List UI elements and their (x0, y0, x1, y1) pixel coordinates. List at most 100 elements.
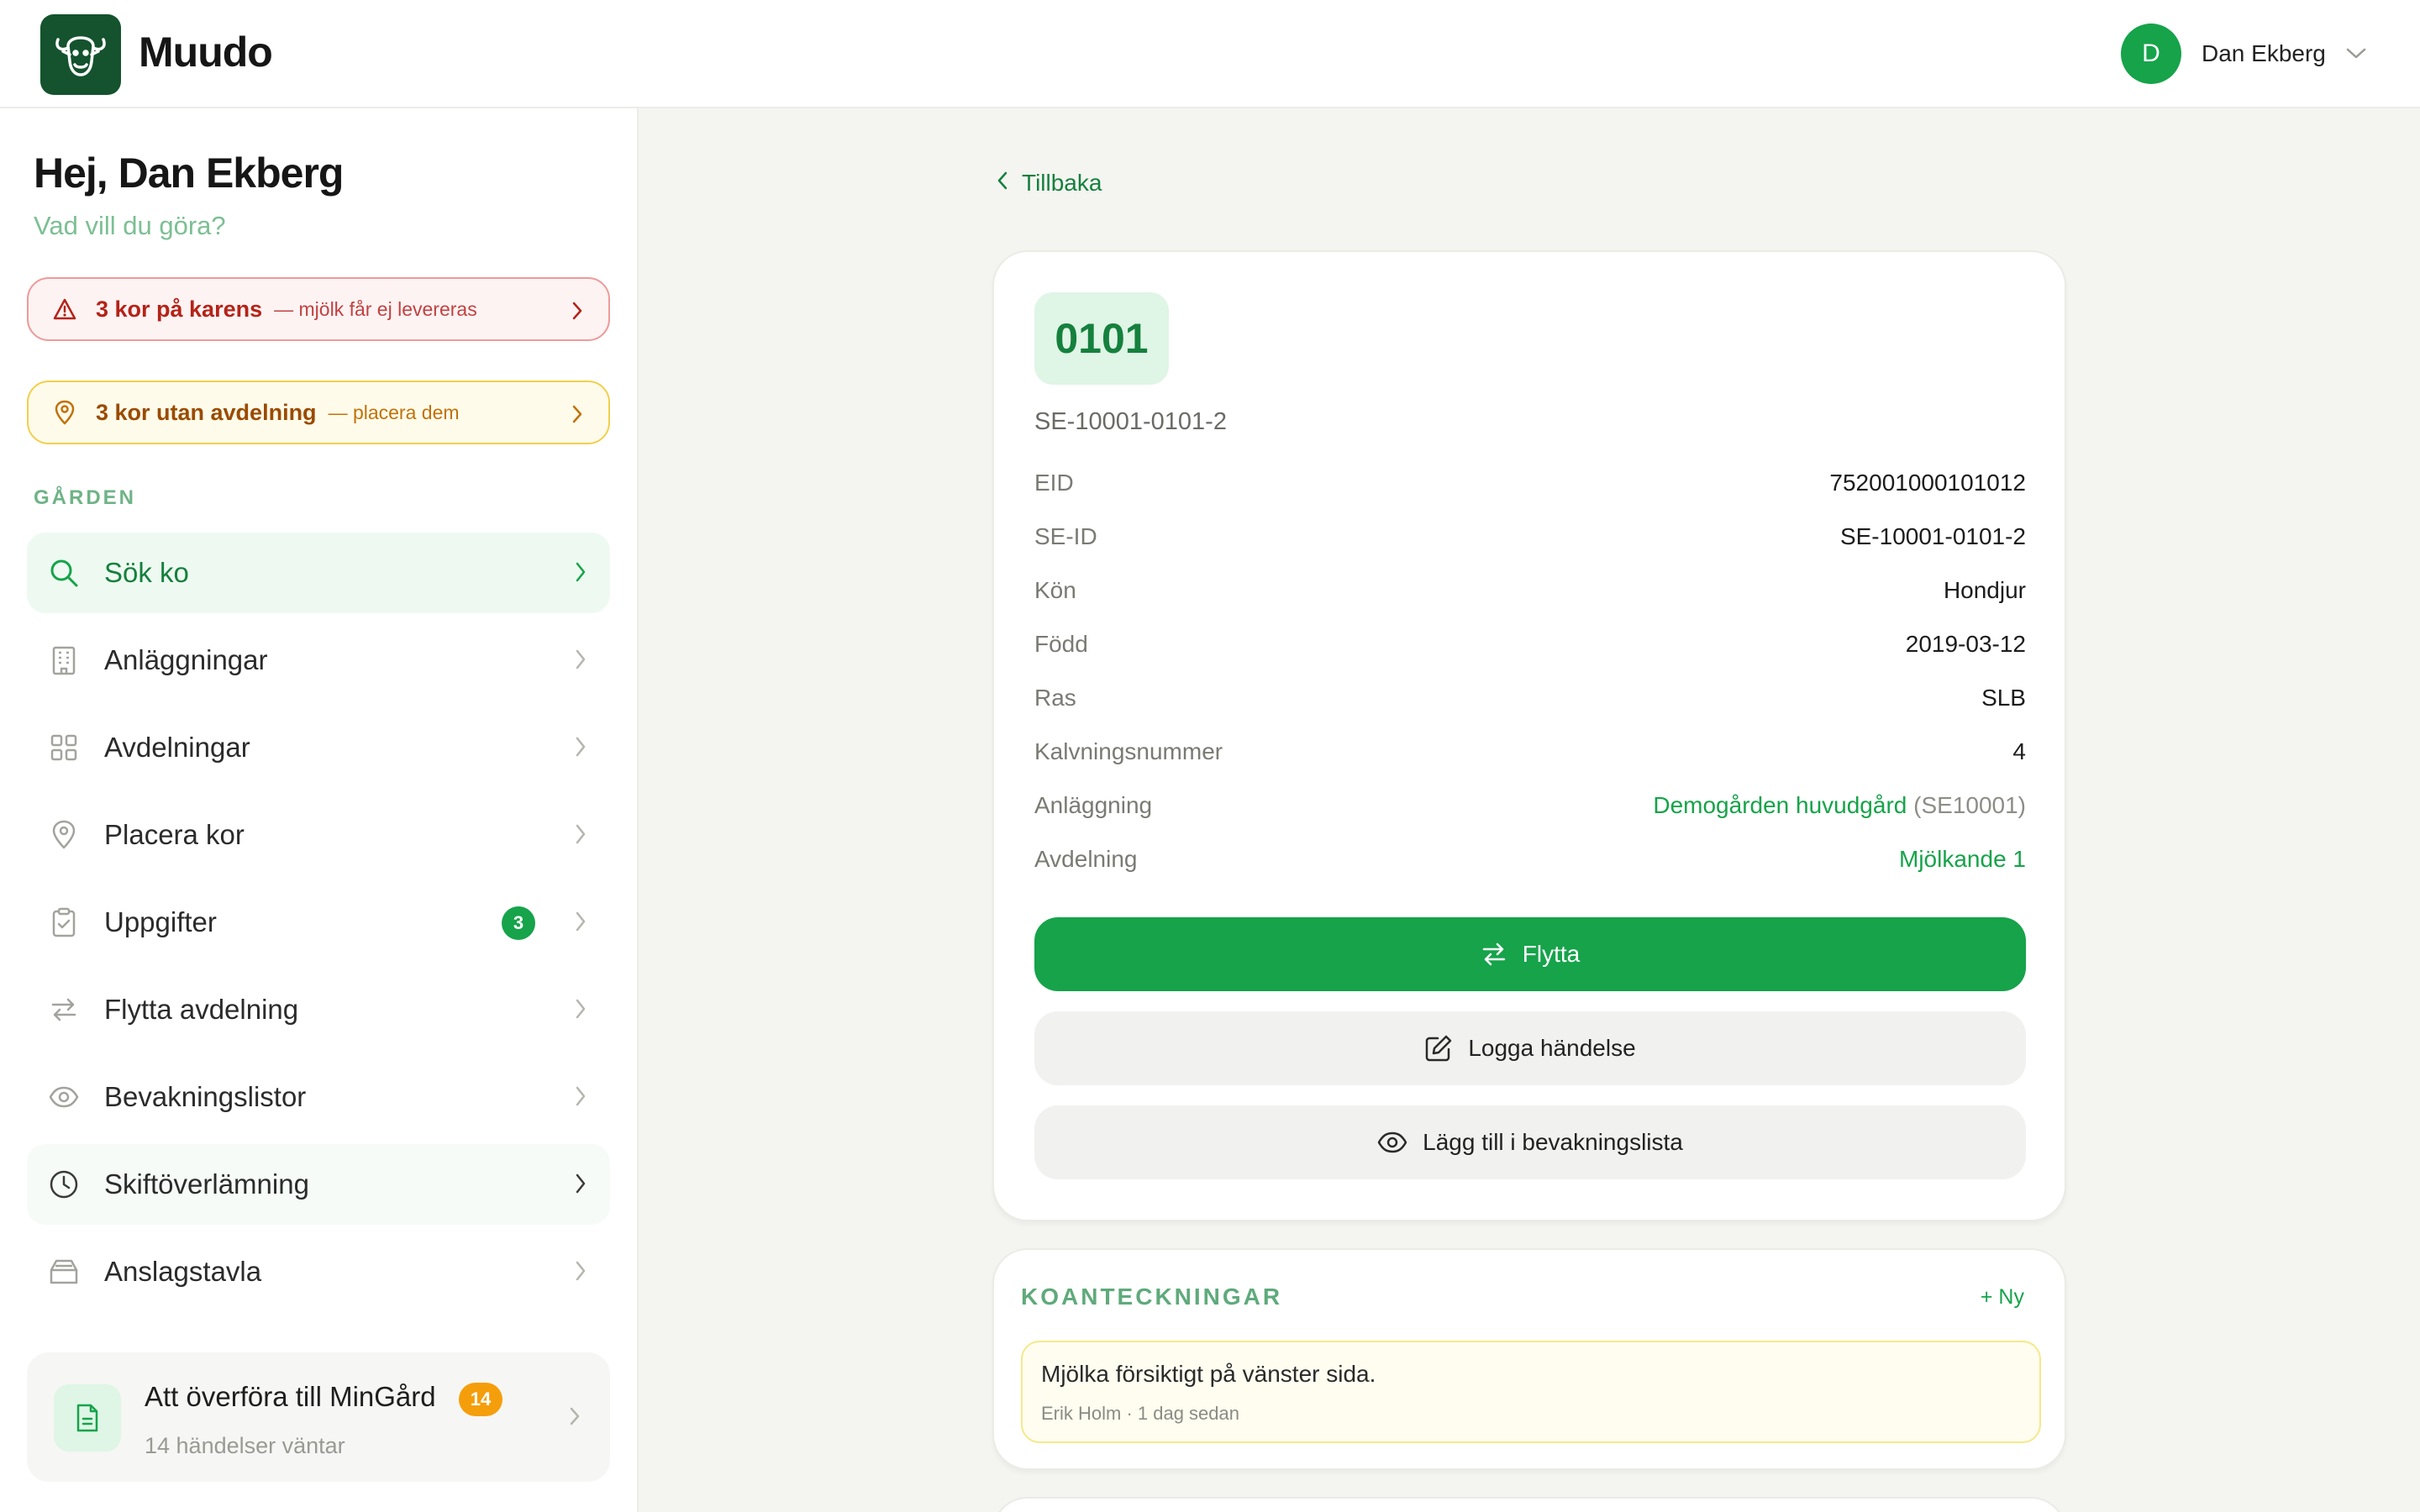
sidebar-item-notice-board[interactable]: Anslagstavla (27, 1231, 610, 1312)
swap-arrows-icon (1481, 942, 1507, 967)
detail-key: Född (1034, 631, 1088, 657)
sidebar-item-label: Skiftöverlämning (104, 1168, 309, 1200)
back-label: Tillbaka (1022, 170, 1102, 196)
user-menu[interactable]: D Dan Ekberg (2121, 22, 2366, 86)
section-label: GÅRDEN (34, 486, 137, 509)
sidebar-item-departments[interactable]: Avdelningar (27, 707, 610, 788)
log-event-button[interactable]: Logga händelse (1034, 1011, 2026, 1085)
facility-code: (SE10001) (1913, 792, 2026, 818)
map-pin-icon (47, 818, 81, 852)
chevron-right-icon (575, 648, 587, 675)
transfer-title: Att överföra till MinGård (145, 1381, 436, 1412)
next-card (992, 1497, 2066, 1512)
chevron-right-icon (571, 404, 583, 430)
chevron-right-icon (575, 823, 587, 849)
brand-name: Muudo (139, 29, 273, 76)
detail-value: Hondjur (1943, 577, 2026, 603)
cow-detail-card: 0101 SE-10001-0101-2 EID 752001000101012… (992, 250, 2066, 1221)
notes-title: KOANTECKNINGAR (1021, 1284, 1283, 1310)
back-link[interactable]: Tillbaka (997, 170, 1102, 197)
chevron-down-icon (2346, 48, 2366, 60)
detail-row-eid: EID 752001000101012 (1034, 470, 2026, 503)
add-to-watchlist-button[interactable]: Lägg till i bevakningslista (1034, 1105, 2026, 1179)
detail-key: Kön (1034, 577, 1076, 603)
cow-head-icon (55, 36, 106, 76)
inbox-tray-icon (47, 1255, 81, 1289)
detail-value: SE-10001-0101-2 (1839, 523, 2026, 549)
eye-icon (1377, 1131, 1407, 1153)
alert-title: 3 kor på karens (96, 296, 263, 322)
sidebar-item-watchlists[interactable]: Bevakningslistor (27, 1057, 610, 1137)
alert-detail: — mjölk får ej levereras (274, 297, 477, 320)
quarantine-alert[interactable]: 3 kor på karens — mjölk får ej levereras (27, 277, 610, 341)
transfer-count-badge: 14 (459, 1383, 502, 1416)
sidebar-item-place-cows[interactable]: Placera kor (27, 795, 610, 875)
sidebar-item-label: Anslagstavla (104, 1256, 262, 1287)
detail-row-breed: Ras SLB (1034, 685, 2026, 718)
sidebar-item-label: Uppgifter (104, 906, 217, 937)
new-note-button[interactable]: + Ny (1981, 1285, 2024, 1310)
sidebar: Hej, Dan Ekberg Vad vill du göra? 3 kor … (0, 108, 639, 1512)
detail-value: 752001000101012 (1829, 470, 2026, 496)
sidebar-item-search-cow[interactable]: Sök ko (27, 533, 610, 613)
warning-triangle-icon (52, 297, 77, 322)
unassigned-cows-alert[interactable]: 3 kor utan avdelning — placera dem (27, 381, 610, 444)
detail-value: 2019-03-12 (1905, 631, 2026, 657)
chevron-right-icon (575, 1260, 587, 1286)
brand-logo[interactable] (40, 14, 121, 95)
chevron-right-icon (575, 561, 587, 587)
grid-icon (47, 731, 81, 764)
sidebar-item-label: Anläggningar (104, 644, 268, 675)
alert-detail: — placera dem (328, 401, 460, 423)
add-to-watchlist-label: Lägg till i bevakningslista (1423, 1129, 1683, 1155)
detail-key: SE-ID (1034, 523, 1097, 549)
mingard-transfer-card[interactable]: Att överföra till MinGård 14 14 händelse… (27, 1352, 610, 1482)
detail-key: Kalvningsnummer (1034, 738, 1223, 764)
detail-row-department: Avdelning Mjölkande 1 (1034, 846, 2026, 879)
detail-value: 4 (2012, 738, 2026, 764)
chevron-right-icon (575, 1085, 587, 1111)
document-icon (54, 1384, 121, 1452)
detail-value: SLB (1981, 685, 2026, 711)
chevron-right-icon (570, 1406, 580, 1431)
top-bar: Muudo D Dan Ekberg (0, 0, 2420, 108)
log-event-label: Logga händelse (1468, 1035, 1636, 1061)
user-name: Dan Ekberg (2202, 40, 2326, 66)
sidebar-item-label: Flytta avdelning (104, 994, 299, 1025)
detail-key: Anläggning (1034, 792, 1153, 818)
detail-row-calving-number: Kalvningsnummer 4 (1034, 738, 2026, 772)
map-pin-icon (52, 400, 77, 425)
sidebar-item-label: Placera kor (104, 819, 245, 850)
chevron-right-icon (575, 736, 587, 762)
chevron-right-icon (575, 998, 587, 1024)
cow-full-id: SE-10001-0101-2 (1034, 408, 1227, 435)
eye-icon (47, 1080, 81, 1114)
sidebar-item-move-department[interactable]: Flytta avdelning (27, 969, 610, 1050)
note-item: Mjölka försiktigt på vänster sida. Erik … (1021, 1341, 2041, 1443)
clock-icon (47, 1168, 81, 1201)
detail-row-se-id: SE-ID SE-10001-0101-2 (1034, 523, 2026, 557)
sidebar-item-label: Sök ko (104, 557, 189, 588)
department-link[interactable]: Mjölkande 1 (1899, 846, 2026, 873)
detail-row-facility: Anläggning Demogården huvudgård (SE10001… (1034, 792, 2026, 826)
search-icon (47, 556, 81, 590)
facility-link[interactable]: Demogården huvudgård (1653, 792, 1907, 818)
chevron-right-icon (571, 301, 583, 327)
avatar: D (2121, 24, 2181, 84)
transfer-subtitle: 14 händelser väntar (145, 1433, 345, 1458)
tasks-count-badge: 3 (502, 906, 535, 940)
chevron-right-icon (575, 911, 587, 937)
cow-notes-card: KOANTECKNINGAR + Ny Mjölka försiktigt på… (992, 1248, 2066, 1470)
detail-row-sex: Kön Hondjur (1034, 577, 2026, 611)
sidebar-item-label: Bevakningslistor (104, 1081, 307, 1112)
building-icon (47, 643, 81, 677)
sidebar-item-label: Avdelningar (104, 732, 250, 763)
sidebar-item-shift-handover[interactable]: Skiftöverlämning (27, 1144, 610, 1225)
sidebar-item-tasks[interactable]: Uppgifter 3 (27, 882, 610, 963)
move-button-label: Flytta (1522, 941, 1581, 967)
detail-key: EID (1034, 470, 1074, 496)
clipboard-icon (47, 906, 81, 939)
sidebar-item-facilities[interactable]: Anläggningar (27, 620, 610, 701)
move-button[interactable]: Flytta (1034, 917, 2026, 991)
detail-key: Ras (1034, 685, 1076, 711)
